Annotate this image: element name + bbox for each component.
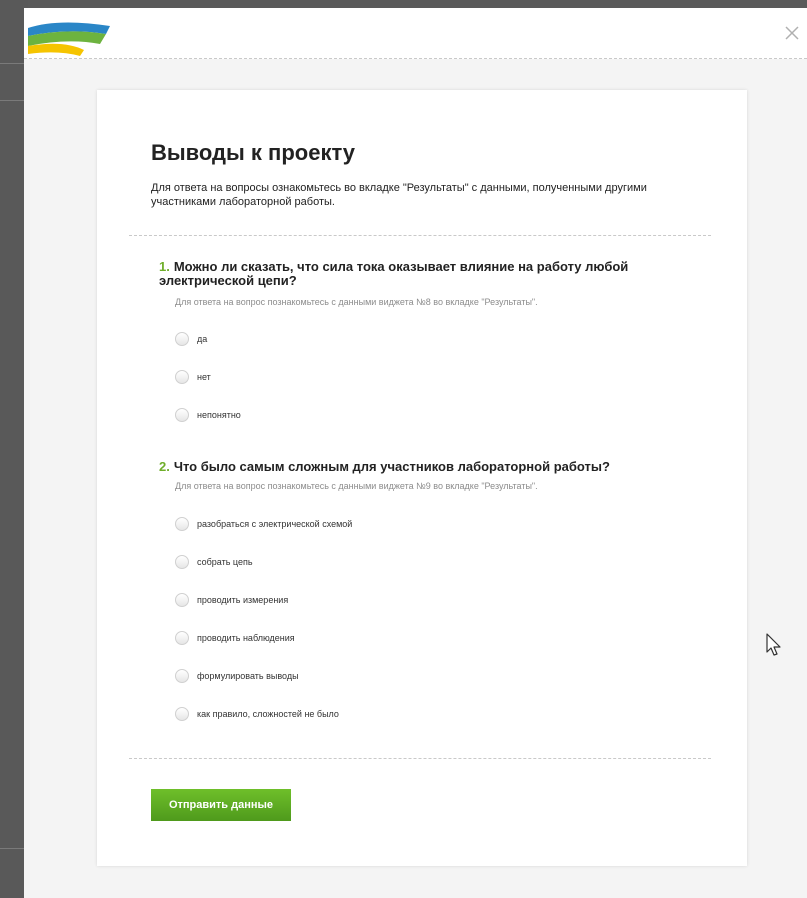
option-label: проводить наблюдения	[197, 633, 295, 643]
radio-button[interactable]	[175, 555, 189, 569]
divider	[129, 235, 711, 236]
question-1-title: 1. Можно ли сказать, что сила тока оказыв…	[159, 260, 659, 288]
q1-option-da[interactable]: да	[175, 331, 207, 347]
q2-option-3[interactable]: проводить измерения	[175, 592, 288, 608]
q2-option-2[interactable]: собрать цепь	[175, 554, 253, 570]
mouse-cursor-icon	[766, 633, 781, 656]
option-label: нет	[197, 372, 211, 382]
divider	[129, 758, 711, 759]
q2-option-4[interactable]: проводить наблюдения	[175, 630, 295, 646]
radio-button[interactable]	[175, 370, 189, 384]
question-2-title: 2. Что было самым сложным для участников …	[159, 460, 679, 474]
radio-button[interactable]	[175, 593, 189, 607]
q1-option-net[interactable]: нет	[175, 369, 211, 385]
modal-dialog: Выводы к проекту Для ответа на вопросы о…	[24, 8, 807, 898]
conclusions-form: Выводы к проекту Для ответа на вопросы о…	[97, 90, 747, 866]
q2-option-5[interactable]: формулировать выводы	[175, 668, 299, 684]
radio-button[interactable]	[175, 408, 189, 422]
edge-line	[0, 848, 24, 849]
q2-option-1[interactable]: разобраться с электрической схемой	[175, 516, 352, 532]
submit-button[interactable]: Отправить данные	[151, 789, 291, 821]
question-2-hint: Для ответа на вопрос познакомьтесь с дан…	[175, 481, 538, 491]
q2-option-6[interactable]: как правило, сложностей не было	[175, 706, 339, 722]
question-text: Что было самым сложным для участников ла…	[173, 459, 610, 474]
radio-button[interactable]	[175, 669, 189, 683]
option-label: непонятно	[197, 410, 241, 420]
option-label: собрать цепь	[197, 557, 253, 567]
option-label: да	[197, 334, 208, 344]
modal-header	[24, 8, 807, 59]
radio-button[interactable]	[175, 631, 189, 645]
intro-text: Для ответа на вопросы ознакомьтесь во вк…	[151, 182, 647, 208]
question-1-hint: Для ответа на вопрос познакомьтесь с дан…	[175, 297, 538, 307]
question-text: Можно ли сказать, что сила тока оказывае…	[159, 259, 629, 288]
option-label: как правило, сложностей не было	[197, 709, 339, 719]
radio-button[interactable]	[175, 707, 189, 721]
question-number: 1.	[159, 259, 170, 274]
brand-logo	[28, 22, 110, 56]
radio-button[interactable]	[175, 517, 189, 531]
close-icon[interactable]	[783, 24, 801, 42]
page-title: Выводы к проекту	[151, 140, 356, 165]
question-number: 2.	[159, 459, 170, 474]
edge-line	[0, 100, 24, 101]
q1-option-neponyatno[interactable]: непонятно	[175, 407, 241, 423]
option-label: проводить измерения	[197, 595, 289, 605]
option-label: разобраться с электрической схемой	[197, 519, 353, 529]
radio-button[interactable]	[175, 332, 189, 346]
edge-line	[0, 63, 24, 64]
option-label: формулировать выводы	[197, 671, 299, 681]
